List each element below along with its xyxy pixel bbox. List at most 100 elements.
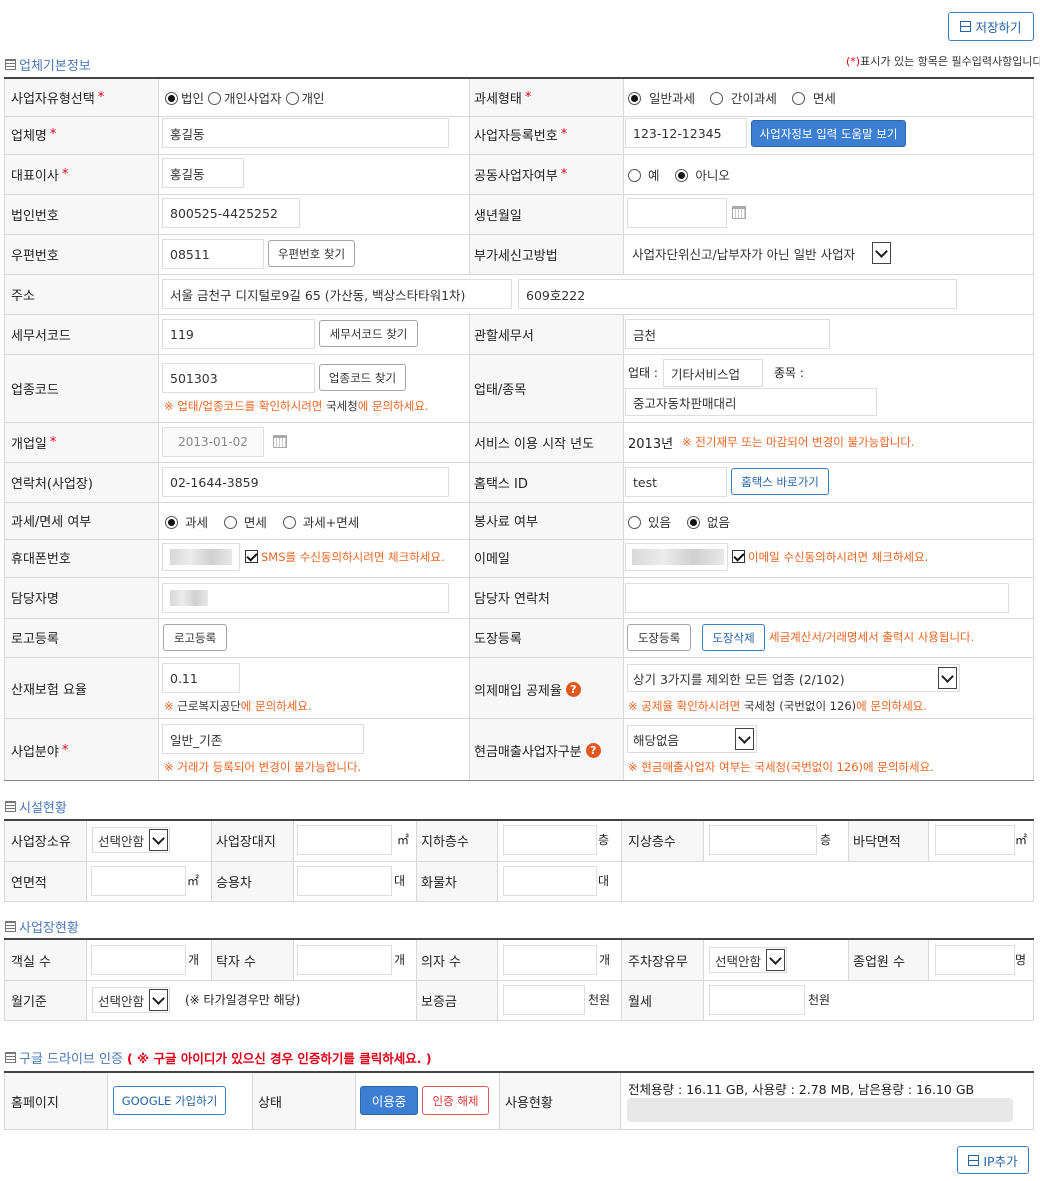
- save-button[interactable]: 저장하기: [948, 12, 1034, 41]
- radio-taxable[interactable]: 과세: [165, 515, 208, 530]
- ground-input[interactable]: [709, 825, 817, 855]
- hometax-input[interactable]: test: [625, 467, 727, 497]
- insurance-label: 산재보험 요율: [11, 683, 87, 698]
- radio-joint-no[interactable]: 아니오: [675, 168, 730, 183]
- radio-fee-yes[interactable]: 있음: [628, 515, 671, 530]
- monthly-label: 월기준: [11, 995, 47, 1010]
- industry-code-input[interactable]: 501303: [162, 363, 315, 393]
- truck-input[interactable]: [503, 866, 597, 896]
- taxfree-label: 과세/면세 여부: [11, 515, 92, 530]
- taxoffice-code-button[interactable]: 세무서코드 찾기: [319, 320, 418, 347]
- deemed-label: 의제매입 공제율?: [474, 680, 581, 699]
- address2-input[interactable]: 609호222: [518, 279, 957, 309]
- insurance-input[interactable]: 0.11: [162, 663, 240, 693]
- section-icon: [5, 1052, 16, 1063]
- vat-select[interactable]: 사업자단위신고/납부자가 아닌 일반 사업자: [627, 240, 891, 266]
- seal-delete-button[interactable]: 도장삭제: [702, 624, 765, 651]
- industry-code-button[interactable]: 업종코드 찾기: [319, 364, 406, 391]
- rent-label: 월세: [628, 995, 652, 1010]
- radio-general-tax[interactable]: 일반과세: [628, 91, 695, 106]
- address1-input[interactable]: 서울 금천구 디지털로9길 65 (가산동, 백상스타타워1차): [162, 279, 512, 309]
- ownership-select[interactable]: 선택안함: [92, 827, 170, 853]
- taxoffice-input[interactable]: 금천: [625, 319, 830, 349]
- deposit-input[interactable]: [503, 985, 585, 1015]
- reg-no-input[interactable]: 123-12-12345: [625, 118, 747, 148]
- sms-checkbox[interactable]: [245, 550, 258, 563]
- usage-progress-bar: [627, 1098, 1013, 1122]
- in-use-button[interactable]: 이용중: [360, 1086, 418, 1115]
- logo-upload-button[interactable]: 로고등록: [163, 624, 227, 651]
- radio-taxable-exempt[interactable]: 과세+면세: [282, 515, 359, 530]
- chairs-input[interactable]: [503, 945, 597, 975]
- chairs-label: 의자 수: [421, 955, 462, 970]
- help-icon[interactable]: ?: [585, 743, 601, 758]
- land-unit: ㎡: [397, 833, 410, 847]
- google-join-button[interactable]: GOOGLE 가입하기: [113, 1086, 226, 1115]
- zip-label: 우편번호: [11, 249, 59, 264]
- tables-input[interactable]: [297, 945, 392, 975]
- taxoffice-label: 관할세무서: [474, 329, 534, 344]
- sms-agree[interactable]: SMS를 수신동의하시려면 체크하세요.: [245, 549, 445, 565]
- save-icon: [968, 1154, 980, 1166]
- email-agree[interactable]: 이메일 수신동의하시려면 체크하세요.: [732, 549, 928, 565]
- reg-help-button[interactable]: 사업자정보 입력 도움말 보기: [751, 120, 906, 147]
- radio-simple-tax[interactable]: 간이과세: [709, 91, 777, 106]
- contact-input[interactable]: 02-1644-3859: [162, 467, 449, 497]
- birth-label: 생년월일: [474, 209, 522, 224]
- deposit-label: 보증금: [421, 995, 457, 1010]
- radio-individual-business[interactable]: 개인사업자: [208, 91, 282, 106]
- ip-add-button[interactable]: IP추가: [957, 1146, 1029, 1174]
- monthly-note: (※ 타가일경우만 해당): [185, 993, 301, 1007]
- zip-search-button[interactable]: 우편번호 찾기: [268, 240, 355, 267]
- floor-area-input[interactable]: [935, 825, 1015, 855]
- help-icon[interactable]: ?: [565, 682, 581, 697]
- section-facility-title: 시설현황: [5, 797, 67, 816]
- cash-label: 현금매출사업자구분?: [474, 741, 601, 760]
- rent-input[interactable]: [709, 985, 805, 1015]
- zip-input[interactable]: 08511: [162, 239, 264, 269]
- radio-fee-no[interactable]: 없음: [686, 515, 730, 530]
- land-input[interactable]: [297, 825, 392, 855]
- item-input[interactable]: 중고자동차판매대리: [625, 388, 877, 416]
- taxoffice-code-input[interactable]: 119: [162, 319, 315, 349]
- field-input[interactable]: 일반_기존: [162, 724, 364, 754]
- radio-corporation[interactable]: 법인: [165, 91, 204, 106]
- radio-individual[interactable]: 개인: [285, 91, 325, 106]
- calendar-icon[interactable]: [732, 206, 746, 219]
- usage-text: 전체용량 : 16.11 GB, 사용량 : 2.78 MB, 남은용량 : 1…: [628, 1082, 975, 1097]
- cash-select[interactable]: 해당없음: [627, 725, 757, 753]
- open-date-input[interactable]: 2013-01-02: [162, 427, 264, 457]
- hometax-button[interactable]: 홈택스 바로가기: [731, 468, 829, 495]
- company-name-input[interactable]: 홍길동: [162, 118, 449, 148]
- calendar-icon[interactable]: [273, 435, 287, 448]
- section-icon: [5, 801, 16, 812]
- employees-input[interactable]: [935, 945, 1015, 975]
- manager-contact-input[interactable]: [625, 583, 1009, 613]
- chevron-down-icon: [938, 667, 957, 689]
- birth-input[interactable]: [627, 198, 727, 228]
- biz-type-input[interactable]: 기타서비스업: [663, 359, 763, 387]
- biz-type-sub-label: 업태 :: [628, 366, 658, 380]
- basement-input[interactable]: [503, 825, 597, 855]
- ceo-input[interactable]: 홍길동: [162, 158, 244, 188]
- radio-exempt[interactable]: 면세: [223, 515, 267, 530]
- corp-no-input[interactable]: 800525-4425252: [162, 198, 300, 228]
- email-checkbox[interactable]: [732, 550, 745, 563]
- usage-label: 사용현황: [505, 1096, 553, 1111]
- deemed-select[interactable]: 상기 3가지를 제외한 모든 업종 (2/102): [627, 664, 960, 692]
- radio-tax-free[interactable]: 면세: [791, 91, 836, 106]
- industry-note: ※ 업태/업종코드를 확인하시려면 국세청에 문의하세요.: [164, 399, 429, 413]
- mobile-masked-value: [170, 549, 232, 565]
- total-area-input[interactable]: [91, 866, 186, 896]
- biz-type-label: 사업자유형선택 *: [11, 90, 105, 107]
- parking-select[interactable]: 선택안함: [709, 947, 787, 973]
- seal-upload-button[interactable]: 도장등록: [627, 624, 691, 651]
- monthly-select[interactable]: 선택안함: [92, 987, 170, 1013]
- total-area-unit: ㎡: [187, 874, 200, 888]
- rooms-input[interactable]: [91, 945, 186, 975]
- car-input[interactable]: [297, 866, 392, 896]
- tax-type-label: 과세형태 *: [474, 90, 532, 107]
- company-name-label: 업체명 *: [11, 127, 57, 144]
- radio-joint-yes[interactable]: 예: [628, 168, 660, 183]
- auth-cancel-button[interactable]: 인증 해제: [422, 1086, 489, 1115]
